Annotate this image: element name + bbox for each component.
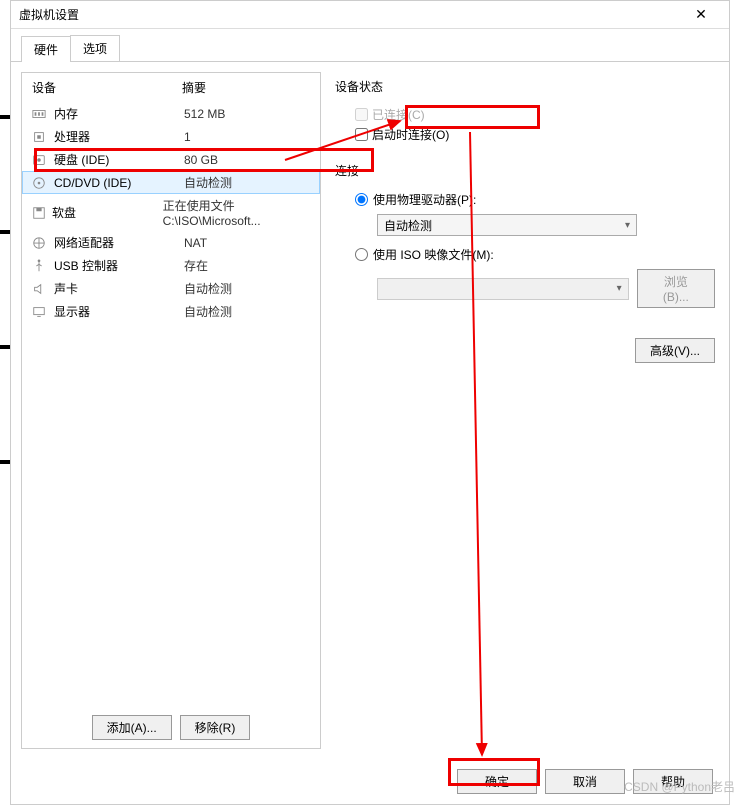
disk-icon bbox=[32, 153, 48, 167]
connected-checkbox-input bbox=[355, 108, 368, 121]
advanced-button[interactable]: 高级(V)... bbox=[635, 338, 715, 363]
connection-label: 连接 bbox=[335, 162, 715, 179]
use-iso-radio-input[interactable] bbox=[355, 248, 368, 261]
device-summary: 自动检测 bbox=[184, 303, 232, 320]
device-detail-panel: 设备状态 已连接(C) 启动时连接(O) 连接 使用物理驱动器(P): bbox=[331, 72, 719, 749]
hardware-row-cd[interactable]: CD/DVD (IDE)自动检测 bbox=[22, 171, 320, 194]
device-name: 声卡 bbox=[54, 280, 184, 297]
hardware-row-disk[interactable]: 硬盘 (IDE)80 GB bbox=[22, 148, 320, 171]
memory-icon bbox=[32, 107, 48, 121]
device-status-label: 设备状态 bbox=[335, 78, 715, 95]
dialog-footer: 确定 取消 帮助 bbox=[11, 759, 729, 804]
hardware-row-memory[interactable]: 内存512 MB bbox=[22, 102, 320, 125]
remove-button[interactable]: 移除(R) bbox=[180, 715, 251, 740]
iso-path-select: ▾ bbox=[377, 278, 629, 300]
physical-drive-select[interactable]: 自动检测 ▾ bbox=[377, 214, 637, 236]
device-summary: 存在 bbox=[184, 257, 208, 274]
use-iso-radio[interactable]: 使用 ISO 映像文件(M): bbox=[355, 246, 715, 263]
connect-at-poweron-input[interactable] bbox=[355, 128, 368, 141]
hardware-row-usb[interactable]: USB 控制器存在 bbox=[22, 254, 320, 277]
use-physical-radio-input[interactable] bbox=[355, 193, 368, 206]
header-summary: 摘要 bbox=[182, 79, 206, 96]
device-summary: 80 GB bbox=[184, 153, 218, 167]
cpu-icon bbox=[32, 130, 48, 144]
chevron-down-icon: ▾ bbox=[617, 283, 622, 294]
display-icon bbox=[32, 305, 48, 319]
chevron-down-icon: ▾ bbox=[625, 220, 630, 231]
cancel-button[interactable]: 取消 bbox=[545, 769, 625, 794]
watermark: CSDN @Python老吕 bbox=[624, 778, 735, 795]
floppy-icon bbox=[32, 206, 46, 220]
browse-button: 浏览(B)... bbox=[637, 269, 715, 308]
device-summary: 正在使用文件 C:\ISO\Microsoft... bbox=[163, 197, 310, 228]
header-device: 设备 bbox=[32, 79, 182, 96]
connect-at-poweron-checkbox[interactable]: 启动时连接(O) bbox=[355, 126, 715, 143]
cd-icon bbox=[32, 176, 48, 190]
tabs: 硬件 选项 bbox=[11, 29, 729, 62]
ok-button[interactable]: 确定 bbox=[457, 769, 537, 794]
net-icon bbox=[32, 236, 48, 250]
device-summary: NAT bbox=[184, 236, 207, 250]
hardware-list: 内存512 MB处理器1硬盘 (IDE)80 GBCD/DVD (IDE)自动检… bbox=[22, 102, 320, 707]
device-name: CD/DVD (IDE) bbox=[54, 176, 184, 190]
window-title: 虚拟机设置 bbox=[19, 6, 681, 23]
close-icon[interactable]: ✕ bbox=[681, 6, 721, 23]
add-button[interactable]: 添加(A)... bbox=[92, 715, 172, 740]
hardware-list-panel: 设备 摘要 内存512 MB处理器1硬盘 (IDE)80 GBCD/DVD (I… bbox=[21, 72, 321, 749]
sound-icon bbox=[32, 282, 48, 296]
hardware-row-floppy[interactable]: 软盘正在使用文件 C:\ISO\Microsoft... bbox=[22, 194, 320, 231]
hardware-row-sound[interactable]: 声卡自动检测 bbox=[22, 277, 320, 300]
device-name: 显示器 bbox=[54, 303, 184, 320]
use-physical-radio[interactable]: 使用物理驱动器(P): bbox=[355, 191, 715, 208]
connected-checkbox: 已连接(C) bbox=[355, 106, 715, 123]
device-name: 软盘 bbox=[52, 204, 163, 221]
hardware-row-cpu[interactable]: 处理器1 bbox=[22, 125, 320, 148]
device-summary: 自动检测 bbox=[184, 174, 232, 191]
device-name: 硬盘 (IDE) bbox=[54, 151, 184, 168]
device-name: 内存 bbox=[54, 105, 184, 122]
device-name: 处理器 bbox=[54, 128, 184, 145]
device-name: 网络适配器 bbox=[54, 234, 184, 251]
device-summary: 512 MB bbox=[184, 107, 225, 121]
tab-options[interactable]: 选项 bbox=[70, 35, 120, 61]
hardware-row-display[interactable]: 显示器自动检测 bbox=[22, 300, 320, 323]
titlebar: 虚拟机设置 ✕ bbox=[11, 1, 729, 29]
tab-hardware[interactable]: 硬件 bbox=[21, 36, 71, 62]
usb-icon bbox=[32, 259, 48, 273]
device-name: USB 控制器 bbox=[54, 257, 184, 274]
device-summary: 自动检测 bbox=[184, 280, 232, 297]
vm-settings-dialog: 虚拟机设置 ✕ 硬件 选项 设备 摘要 内存512 MB处理器1硬盘 (IDE)… bbox=[10, 0, 730, 805]
hardware-row-net[interactable]: 网络适配器NAT bbox=[22, 231, 320, 254]
hardware-header: 设备 摘要 bbox=[22, 73, 320, 102]
device-summary: 1 bbox=[184, 130, 191, 144]
